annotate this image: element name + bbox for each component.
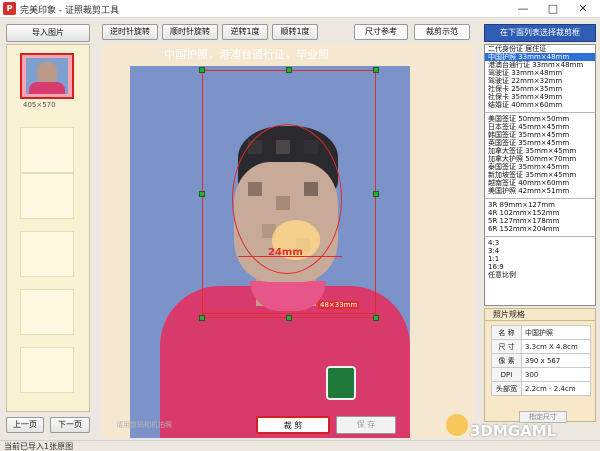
spec-key: 名 称: [491, 325, 522, 340]
crop-button[interactable]: 裁 剪: [256, 416, 330, 434]
shirt-badge-icon: [326, 366, 356, 400]
save-button[interactable]: 保 存: [336, 416, 396, 434]
spec-panel: 名 称中国护照尺 寸 3.3cm X 4.8cm 像 素 390 x 567 DPI 30…: [484, 320, 596, 423]
minimize-button[interactable]: —: [508, 0, 538, 18]
site-mascot-icon: [446, 414, 468, 436]
import-image-button[interactable]: 导入图片: [6, 24, 90, 42]
head-width-measure: 24mm: [268, 247, 303, 258]
crop-handle-tr[interactable]: [373, 67, 379, 73]
crop-size-item[interactable]: 中国护照 33mm×48mm: [485, 53, 595, 61]
thumbnail-selected[interactable]: [20, 53, 74, 99]
status-text: 当前已导入1张原图: [4, 442, 74, 451]
thumbnail-panel: 405×570: [6, 44, 90, 412]
spec-value: 390 x 567: [521, 353, 591, 368]
photo-type-title: 中国护照，港澳台通行证，毕业照: [164, 48, 329, 61]
window-title: 完美印象 - 证照裁剪工具: [20, 6, 119, 16]
crop-size-item[interactable]: 结婚证 40mm×60mm: [485, 101, 595, 109]
spec-row: 头部宽 2.2cm - 2.4cm: [491, 381, 591, 396]
thumbnail-slot[interactable]: [20, 231, 74, 277]
crop-size-item[interactable]: 1:1: [485, 255, 595, 263]
crop-size-item[interactable]: 加拿大签证 35mm×45mm: [485, 147, 595, 155]
crop-size-item[interactable]: 4R 102mm×152mm: [485, 209, 595, 217]
thumbnail-image: [26, 58, 68, 94]
thumbnail-slot[interactable]: [20, 173, 74, 219]
crop-size-item[interactable]: 港澳台通行证 33mm×48mm: [485, 61, 595, 69]
visa-size-group: 美国签证 50mm×50mm 日本签证 45mm×45mm 韩国签证 35mm×45…: [485, 115, 595, 195]
crop-handle-l[interactable]: [199, 191, 205, 197]
spec-key: 头部宽: [491, 381, 522, 396]
rotate-ccw-1deg-button[interactable]: 逆转1度: [222, 24, 268, 40]
print-size-group: 3R 89mm×127mm 4R 102mm×152mm 5R 127mm×178m…: [485, 201, 595, 233]
crop-handle-t[interactable]: [286, 67, 292, 73]
crop-size-item[interactable]: 4:3: [485, 239, 595, 247]
spec-row: DPI 300: [491, 367, 591, 382]
maximize-button[interactable]: □: [538, 0, 568, 18]
crop-size-item[interactable]: 5R 127mm×178mm: [485, 217, 595, 225]
size-reference-button[interactable]: 尺寸参考: [354, 24, 408, 40]
spec-value: 300: [521, 367, 591, 382]
crop-handle-b[interactable]: [286, 315, 292, 321]
spec-row: 名 称中国护照: [491, 325, 591, 340]
prev-page-button[interactable]: 上一页: [6, 417, 44, 433]
crop-size-item[interactable]: 社保卡 35mm×49mm: [485, 93, 595, 101]
crop-size-item[interactable]: 3:4: [485, 247, 595, 255]
crop-size-item[interactable]: 社保卡 25mm×35mm: [485, 85, 595, 93]
crop-frame-list[interactable]: 二代身份证 居住证 中国护照 33mm×48mm 港澳台通行证 33mm×48mm 驾…: [484, 44, 596, 306]
crop-size-item[interactable]: 驾驶证 33mm×48mm: [485, 69, 595, 77]
crop-handle-br[interactable]: [373, 315, 379, 321]
status-bar: 当前已导入1张原图: [0, 440, 600, 451]
spec-table: 名 称中国护照尺 寸 3.3cm X 4.8cm 像 素 390 x 567 DPI 30…: [491, 325, 591, 396]
thumbnail-slot[interactable]: [20, 347, 74, 393]
id-size-group: 二代身份证 居住证 中国护照 33mm×48mm 港澳台通行证 33mm×48mm 驾…: [485, 45, 595, 109]
crop-size-item[interactable]: 二代身份证 居住证: [485, 45, 595, 53]
crop-size-item[interactable]: 越南签证 40mm×60mm: [485, 179, 595, 187]
crop-frame-list-title: 在下面列表选择裁剪框: [484, 24, 596, 42]
thumbnail-slot[interactable]: [20, 289, 74, 335]
chin-measure: 48×33mm: [318, 301, 360, 309]
crop-size-item[interactable]: 英国签证 35mm×45mm: [485, 139, 595, 147]
photo-watermark: 请用数码相机拍照: [116, 421, 172, 429]
crop-size-item[interactable]: 日本签证 45mm×45mm: [485, 123, 595, 131]
close-button[interactable]: ✕: [568, 0, 598, 18]
crop-size-item[interactable]: 美国签证 50mm×50mm: [485, 115, 595, 123]
ratio-group: 4:3 3:4 1:1 16:9 任意比例: [485, 239, 595, 279]
crop-size-item[interactable]: 韩国签证 35mm×45mm: [485, 131, 595, 139]
crop-size-item[interactable]: 3R 89mm×127mm: [485, 201, 595, 209]
rotate-cw-button[interactable]: 顺时针旋转: [162, 24, 218, 40]
spec-value: 中国护照: [521, 325, 591, 340]
photo-stage: 中国护照，港澳台通行证，毕业照 24mm 48×33mm 请用数码相机拍照: [102, 44, 474, 438]
crop-size-item[interactable]: 新加坡签证 35mm×45mm: [485, 171, 595, 179]
thumbnail-caption: 405×570: [23, 101, 56, 109]
crop-handle-r[interactable]: [373, 191, 379, 197]
spec-value: 3.3cm X 4.8cm: [521, 339, 591, 354]
title-bar: P 完美印象 - 证照裁剪工具 — □ ✕: [0, 0, 600, 18]
spec-header: 照片规格: [484, 308, 596, 320]
crop-size-item[interactable]: 任意比例: [485, 271, 595, 279]
spec-value: 2.2cm - 2.4cm: [521, 381, 591, 396]
crop-handle-tl[interactable]: [199, 67, 205, 73]
rotate-ccw-button[interactable]: 逆时针旋转: [102, 24, 158, 40]
crop-size-item[interactable]: 16:9: [485, 263, 595, 271]
next-page-button[interactable]: 下一页: [50, 417, 90, 433]
crop-size-item[interactable]: 驾驶证 22mm×32mm: [485, 77, 595, 85]
app-logo-icon: P: [3, 2, 16, 15]
crop-handle-bl[interactable]: [199, 315, 205, 321]
spec-row: 尺 寸 3.3cm X 4.8cm: [491, 339, 591, 354]
crop-size-item[interactable]: 加拿大护照 50mm×70mm: [485, 155, 595, 163]
crop-size-item[interactable]: 泰国签证 35mm×45mm: [485, 163, 595, 171]
spec-key: DPI: [491, 367, 522, 382]
site-watermark: 3DMGAML: [470, 422, 557, 440]
crop-size-item[interactable]: 6R 152mm×204mm: [485, 225, 595, 233]
spec-key: 像 素: [491, 353, 522, 368]
crop-size-item[interactable]: 美国护照 42mm×51mm: [485, 187, 595, 195]
rotate-cw-1deg-button[interactable]: 顺转1度: [272, 24, 318, 40]
thumbnail-slot[interactable]: [20, 127, 74, 173]
spec-row: 像 素 390 x 567: [491, 353, 591, 368]
crop-demo-button[interactable]: 裁剪示范: [414, 24, 470, 40]
spec-key: 尺 寸: [491, 339, 522, 354]
